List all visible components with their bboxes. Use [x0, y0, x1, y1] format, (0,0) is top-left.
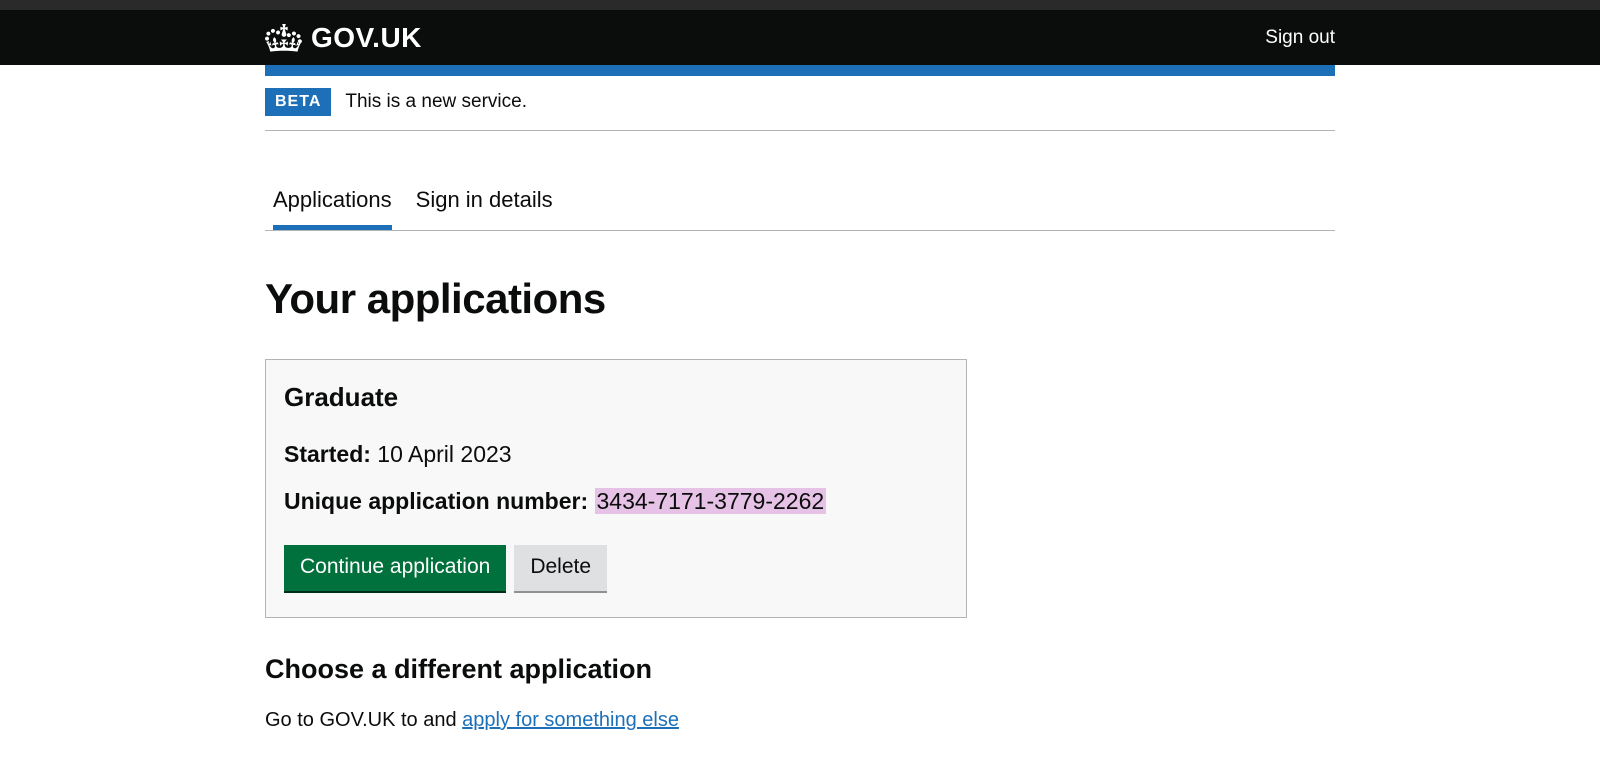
phase-banner: BETA This is a new service. [265, 76, 1335, 131]
phase-text: This is a new service. [345, 91, 527, 113]
started-value: 10 April 2023 [377, 441, 511, 467]
crown-icon [265, 23, 303, 53]
choose-different-para: Go to GOV.UK to and apply for something … [265, 709, 1335, 732]
uan-value[interactable]: 3434-7171-3779-2262 [595, 488, 827, 514]
browser-top-strip [0, 0, 1600, 10]
choose-different-prefix: Go to GOV.UK to and [265, 709, 462, 731]
apply-something-else-link[interactable]: apply for something else [462, 709, 679, 731]
tab-nav: Applications Sign in details [265, 187, 1335, 231]
continue-application-button[interactable]: Continue application [284, 545, 506, 591]
sign-out-link[interactable]: Sign out [1265, 27, 1335, 49]
started-label: Started: [284, 441, 371, 467]
delete-button[interactable]: Delete [514, 545, 607, 591]
started-row: Started: 10 April 2023 [284, 441, 948, 468]
tab-signin-details[interactable]: Sign in details [416, 187, 553, 230]
application-type: Graduate [284, 382, 948, 413]
govuk-logo-text: GOV.UK [311, 22, 422, 54]
govuk-logo[interactable]: GOV.UK [265, 22, 422, 54]
site-header: GOV.UK Sign out [0, 10, 1600, 65]
choose-different-heading: Choose a different application [265, 654, 1335, 685]
beta-tag: BETA [265, 88, 331, 116]
uan-row: Unique application number: 3434-7171-377… [284, 488, 948, 515]
application-card: Graduate Started: 10 April 2023 Unique a… [265, 359, 967, 618]
tab-applications[interactable]: Applications [273, 187, 392, 230]
uan-label: Unique application number: [284, 488, 588, 514]
header-blue-bar [265, 65, 1335, 76]
page-title: Your applications [265, 275, 1335, 323]
